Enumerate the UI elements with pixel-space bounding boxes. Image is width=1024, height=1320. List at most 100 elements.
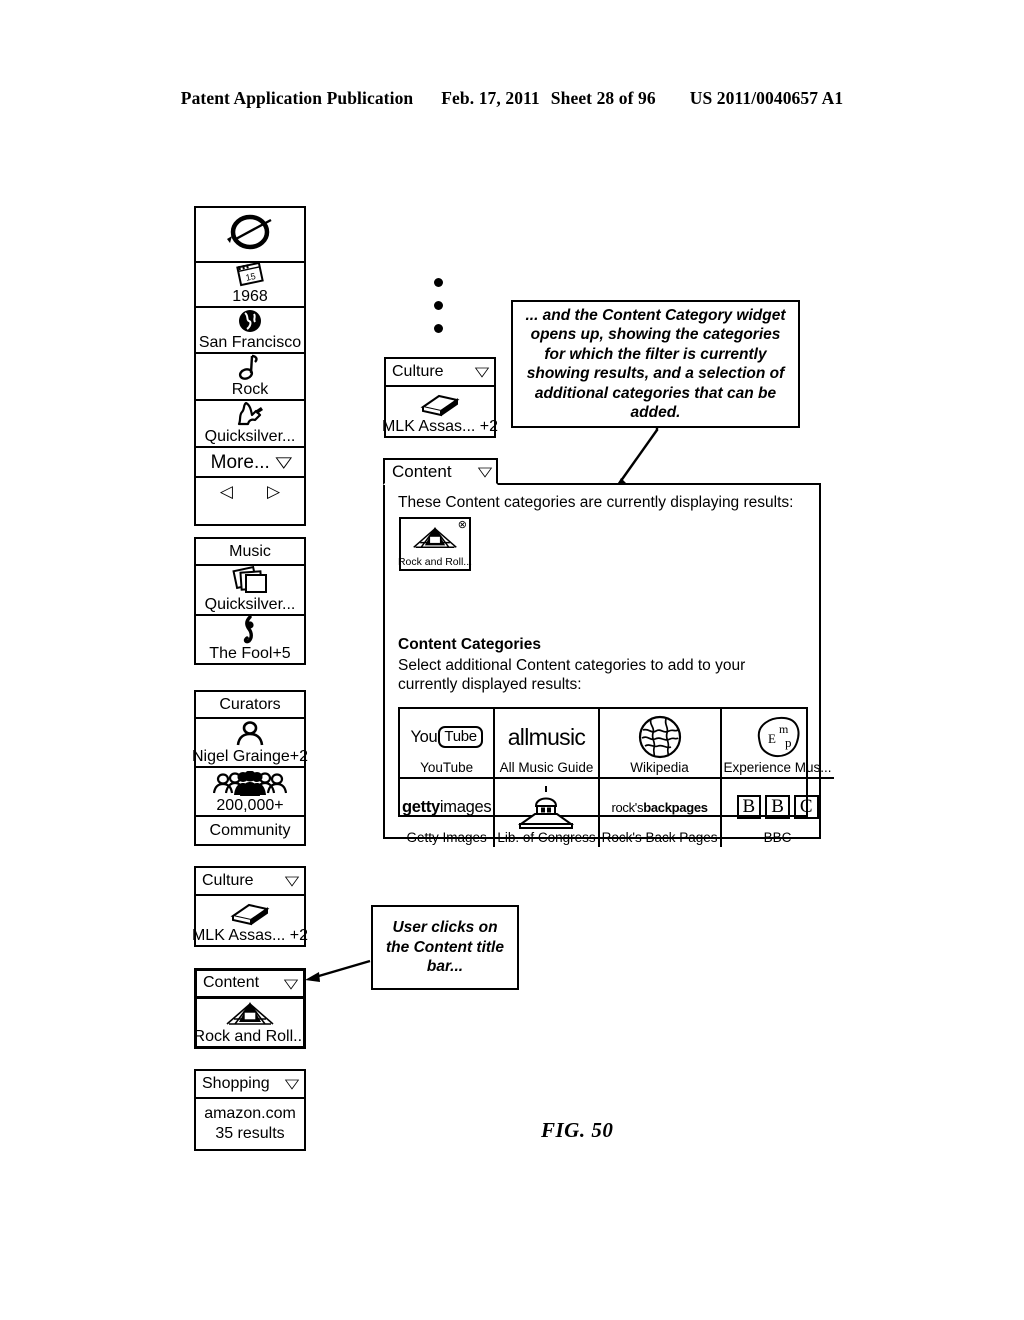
music-widget[interactable]: Music Quicksilver... The Fool+5	[194, 537, 306, 665]
allmusic-logo-text: allmusic	[507, 723, 586, 750]
calendar-icon: 15	[233, 261, 267, 288]
shopping-widget[interactable]: Shopping ▽ amazon.com 35 results	[194, 1069, 306, 1151]
filter-label-year: 1968	[232, 288, 268, 305]
content-label-item: Rock and Roll...	[193, 1028, 307, 1045]
category-name: Experience Mus...	[723, 760, 832, 775]
content-categories-grid: YouTubeYouTube YouTube allmusic All Musi…	[398, 707, 834, 847]
music-row-track[interactable]: The Fool+5	[196, 615, 304, 663]
shopping-result-count: 35 results	[215, 1125, 285, 1142]
content-popup-intro: These Content categories are currently d…	[398, 494, 794, 511]
active-category-label: Rock and Roll...	[397, 556, 473, 568]
albums-icon	[229, 566, 271, 596]
header-publication: Patent Application Publication	[180, 88, 414, 108]
chevron-down-icon[interactable]: ▽	[285, 874, 300, 887]
chevron-right-icon[interactable]: ▷	[267, 483, 280, 500]
culture-widget-titlebar[interactable]: Culture ▽	[196, 868, 304, 896]
filter-label-genre: Rock	[231, 381, 269, 398]
chevron-down-icon[interactable]: ▽	[478, 465, 493, 478]
svg-text:m: m	[779, 722, 789, 736]
culture-widget-title: Culture	[202, 871, 254, 889]
content-row-item[interactable]: Rock and Roll...	[194, 999, 306, 1046]
content-categories-subtext-line2: currently displayed results:	[398, 676, 582, 693]
treble-clef-icon	[241, 615, 259, 645]
shopping-store-name: amazon.com	[204, 1105, 296, 1122]
category-name: YouTube	[420, 760, 474, 775]
curators-widget[interactable]: Curators Nigel Grainge+2 200,000+ Commun…	[192, 690, 308, 846]
filter-row-place[interactable]: San Francisco	[196, 308, 304, 354]
category-getty-images[interactable]: gettyimages Getty Images	[400, 779, 496, 847]
remove-icon[interactable]: ⊗	[458, 520, 467, 531]
filter-more-label: More...	[210, 451, 270, 473]
allmusic-logo: allmusic	[497, 714, 595, 760]
filter-row-artist[interactable]: Quicksilver...	[196, 401, 304, 448]
filter-more-row[interactable]: More... ▽	[196, 448, 304, 478]
active-category-chip[interactable]: ⊗ Rock and Roll...	[397, 517, 473, 571]
content-categories-heading: Content Categories	[398, 636, 541, 653]
shopping-results[interactable]: amazon.com 35 results	[196, 1099, 304, 1149]
culture-popup-label: MLK Assas... +2	[381, 418, 499, 435]
music-label-track: The Fool+5	[209, 645, 291, 662]
book-icon	[417, 390, 463, 418]
callout-top: ... and the Content Category widget open…	[511, 300, 800, 428]
content-popup-panel: These Content categories are currently d…	[383, 483, 834, 847]
curators-row-crowd[interactable]: 200,000+	[196, 768, 304, 817]
svg-text:15: 15	[245, 271, 257, 283]
shopping-widget-title: Shopping	[202, 1074, 270, 1092]
music-note-icon	[238, 352, 262, 381]
category-experience-music[interactable]: E m p Experience Mus...	[721, 709, 834, 779]
crowd-icon	[213, 771, 287, 797]
filter-pager[interactable]: ◁ ▷	[196, 478, 304, 504]
culture-row-item[interactable]: MLK Assas... +2	[192, 896, 308, 945]
rock-hall-icon	[223, 1000, 277, 1028]
culture-popup-row[interactable]: MLK Assas... +2	[382, 387, 498, 436]
callout-bottom: User clicks on the Content title bar...	[371, 905, 519, 990]
culture-label-item: MLK Assas... +2	[191, 927, 309, 944]
chevron-left-icon[interactable]: ◁	[220, 483, 233, 500]
bbc-logo: BBC	[724, 784, 832, 830]
filter-label-place: San Francisco	[198, 334, 302, 351]
content-popup-tab[interactable]: Content ▽	[383, 458, 498, 485]
shopping-widget-titlebar[interactable]: Shopping ▽	[196, 1071, 304, 1099]
filter-row-genre[interactable]: Rock	[196, 354, 304, 401]
curators-label-crowd: 200,000+	[216, 797, 284, 814]
getty-logo: gettyimages	[402, 797, 492, 816]
rock-hall-icon	[410, 519, 460, 557]
culture-popup-widget[interactable]: Culture ▽ MLK Assas... +2	[382, 357, 498, 438]
category-allmusic[interactable]: allmusic All Music Guide	[495, 709, 600, 779]
music-row-album[interactable]: Quicksilver...	[196, 566, 304, 616]
chevron-down-icon[interactable]: ▽	[285, 1077, 300, 1090]
chevron-down-icon[interactable]: ▽	[284, 977, 299, 990]
category-youtube[interactable]: YouTubeYouTube YouTube	[400, 709, 496, 779]
svg-text:E: E	[768, 731, 776, 746]
category-library-of-congress[interactable]: Lib. of Congress	[495, 779, 600, 847]
content-widget-title: Content	[203, 974, 260, 991]
category-name: All Music Guide	[499, 760, 594, 775]
content-widget[interactable]: Content ▽ Rock and Roll...	[194, 968, 306, 1049]
filter-widget[interactable]: 15 1968 San Francisco Rock Quicksilver..…	[194, 206, 306, 526]
page-header: Patent Application Publication Feb. 17, …	[0, 88, 1024, 109]
globe-icon	[237, 308, 263, 334]
category-name: Getty Images	[406, 830, 487, 845]
content-widget-titlebar[interactable]: Content ▽	[197, 971, 303, 999]
person-icon	[235, 720, 265, 748]
youtube-logo: YouTubeYouTube	[402, 714, 491, 760]
culture-widget[interactable]: Culture ▽ MLK Assas... +2	[192, 866, 308, 947]
filter-row-year[interactable]: 15 1968	[196, 261, 304, 308]
content-categories-subtext-line1: Select additional Content categories to …	[398, 657, 746, 674]
filter-row-record[interactable]	[196, 208, 304, 263]
category-wikipedia[interactable]: Wikipedia	[599, 709, 722, 779]
figure-label: FIG. 50	[541, 1118, 614, 1142]
content-popup-tab-title: Content	[392, 461, 452, 481]
curators-row-person[interactable]: Nigel Grainge+2	[192, 719, 308, 768]
music-widget-title: Music	[196, 539, 304, 566]
filter-label-artist: Quicksilver...	[204, 428, 296, 445]
book-icon	[227, 899, 273, 927]
curators-widget-title: Curators	[196, 692, 304, 719]
curators-row-community[interactable]: Community	[196, 817, 304, 844]
category-rocks-back-pages[interactable]: rock'sbackpages Rock's Back Pages	[600, 779, 722, 847]
chevron-down-icon[interactable]: ▽	[475, 365, 490, 378]
culture-popup-title: Culture	[392, 362, 444, 380]
category-bbc[interactable]: BBC BBC	[722, 779, 834, 847]
callout-top-text: ... and the Content Category widget open…	[525, 306, 786, 422]
culture-popup-titlebar[interactable]: Culture ▽	[386, 359, 494, 387]
